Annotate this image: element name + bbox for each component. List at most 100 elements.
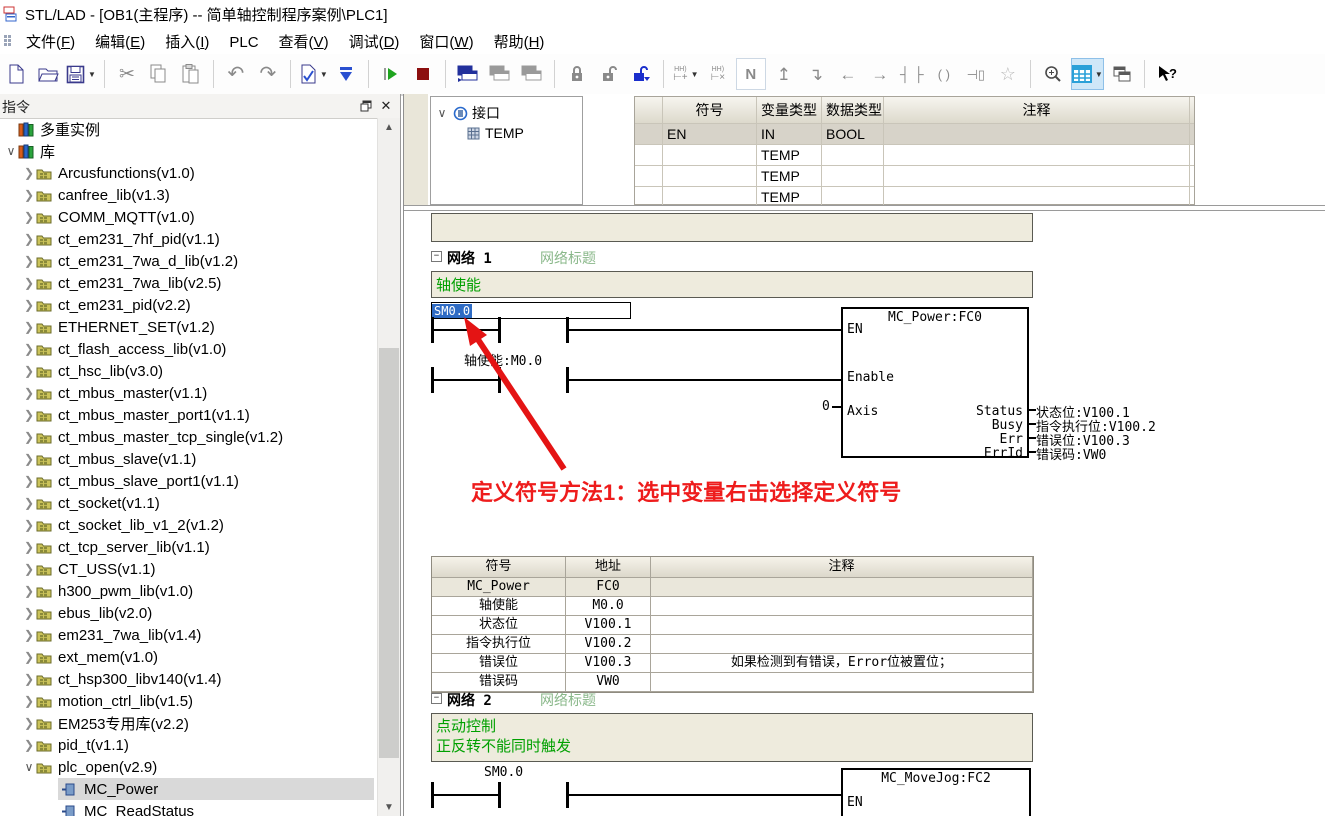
insert-contact-close-icon[interactable]: HH)⊢×	[704, 59, 732, 89]
tree-item-[interactable]: 多重实例	[0, 118, 376, 140]
tree-item-ct_mbus_master_tcp_single-v1-2[interactable]: ❯ct_mbus_master_tcp_single(v1.2)	[0, 426, 376, 448]
tree-item-arcusfunctions-v1-0[interactable]: ❯Arcusfunctions(v1.0)	[0, 162, 376, 184]
interface-root[interactable]: ∨ 接口	[435, 103, 500, 123]
contact2-operand[interactable]: 轴使能:M0.0	[464, 350, 542, 369]
variable-cell[interactable]	[884, 166, 1190, 186]
symbol-comment[interactable]	[651, 616, 1033, 634]
lock-icon[interactable]	[563, 59, 591, 89]
unlock-icon[interactable]	[595, 59, 623, 89]
chevron-down-icon[interactable]: ∨	[22, 760, 36, 774]
symbol-comment[interactable]: 如果检测到有错误，Error位被置位；	[651, 654, 1033, 672]
network2-comment-box[interactable]: 点动控制 正反转不能同时触发	[431, 713, 1033, 762]
mc-movejog-block[interactable]: MC_MoveJog:FC2 EN	[841, 768, 1031, 816]
chevron-right-icon[interactable]: ❯	[22, 276, 36, 290]
network1-collapse-icon[interactable]: −	[431, 251, 442, 262]
network2-contact-operand[interactable]: SM0.0	[484, 765, 523, 780]
table-view-icon[interactable]: ▼	[1071, 58, 1104, 90]
menu-plc[interactable]: PLC	[219, 32, 268, 53]
line-left-icon[interactable]: ←	[834, 59, 862, 89]
variable-cell[interactable]	[884, 124, 1190, 144]
chevron-right-icon[interactable]: ❯	[22, 738, 36, 752]
symbol-name[interactable]: 错误码	[432, 673, 566, 691]
symbol-name[interactable]: 指令执行位	[432, 635, 566, 653]
mc-power-block[interactable]: MC_Power:FC0 EN Enable Axis StatusBusyEr…	[841, 307, 1029, 458]
tree-item-plc_open-v2-9[interactable]: ∨plc_open(v2.9)	[0, 756, 376, 778]
menu-e[interactable]: 编辑(E)	[85, 32, 155, 53]
scroll-up-icon[interactable]: ▲	[378, 118, 400, 136]
row-header[interactable]	[635, 124, 663, 144]
help-pointer-icon[interactable]: ?	[1153, 59, 1181, 89]
line-down-icon[interactable]: ↴	[802, 59, 830, 89]
output-operand-errid[interactable]: 错误码:VW0	[1036, 444, 1106, 463]
column-header-4[interactable]: 注释	[884, 97, 1190, 123]
variable-cell[interactable]	[884, 145, 1190, 165]
tree-item-pid_t-v1-1[interactable]: ❯pid_t(v1.1)	[0, 734, 376, 756]
symbol-comment[interactable]	[651, 578, 1033, 596]
redo-icon[interactable]: ↷	[254, 59, 282, 89]
network2-title-placeholder[interactable]: 网络标题	[540, 690, 596, 710]
chevron-right-icon[interactable]: ❯	[22, 364, 36, 378]
insert-coil-icon[interactable]: ( )	[930, 59, 958, 89]
toggle-not-icon[interactable]: N	[736, 58, 766, 90]
paste-icon[interactable]	[177, 59, 205, 89]
line-right-icon[interactable]: →	[866, 59, 894, 89]
tree-item-ct_uss-v1-1[interactable]: ❯CT_USS(v1.1)	[0, 558, 376, 580]
symbol-row-4[interactable]: 错误位V100.3如果检测到有错误，Error位被置位；	[432, 654, 1033, 673]
chevron-right-icon[interactable]: ❯	[22, 166, 36, 180]
symbol-address[interactable]: V100.1	[566, 616, 651, 634]
variable-cell[interactable]: TEMP	[757, 166, 822, 186]
zoom-icon[interactable]	[1039, 59, 1067, 89]
cascade-windows-icon[interactable]	[1108, 59, 1136, 89]
variable-cell[interactable]: IN	[757, 124, 822, 144]
symbol-comment[interactable]	[651, 673, 1033, 691]
dropdown-arrow-icon[interactable]: ▼	[691, 70, 699, 79]
tree-item-em231_7wa_lib-v1-4[interactable]: ❯em231_7wa_lib(v1.4)	[0, 624, 376, 646]
row-header[interactable]	[635, 145, 663, 165]
column-header-3[interactable]: 数据类型	[822, 97, 884, 123]
tree-item-ct_em231_7wa_d_lib-v1-2[interactable]: ❯ct_em231_7wa_d_lib(v1.2)	[0, 250, 376, 272]
tree-scrollbar[interactable]: ▲ ▼	[377, 118, 400, 816]
chevron-right-icon[interactable]: ❯	[22, 672, 36, 686]
chevron-right-icon[interactable]: ❯	[22, 408, 36, 422]
symbol-address[interactable]: V100.3	[566, 654, 651, 672]
tree-item-mc_power[interactable]: MC_Power	[0, 778, 376, 800]
row-header[interactable]	[635, 187, 663, 207]
contact-bar[interactable]	[498, 317, 501, 343]
network1-title-placeholder[interactable]: 网络标题	[540, 248, 596, 268]
tree-item-h300_pwm_lib-v1-0[interactable]: ❯h300_pwm_lib(v1.0)	[0, 580, 376, 602]
tree-item-comm_mqtt-v1-0[interactable]: ❯COMM_MQTT(v1.0)	[0, 206, 376, 228]
stop-icon[interactable]	[409, 59, 437, 89]
chevron-right-icon[interactable]: ❯	[22, 606, 36, 620]
open-file-icon[interactable]	[34, 59, 62, 89]
tree-item-ethernet_set-v1-2[interactable]: ❯ETHERNET_SET(v1.2)	[0, 316, 376, 338]
variable-cell[interactable]: TEMP	[757, 187, 822, 207]
tree-item-em253-v2-2[interactable]: ❯EM253专用库(v2.2)	[0, 712, 376, 734]
program-windows-icon[interactable]	[454, 59, 482, 89]
save-icon[interactable]: ▼	[66, 59, 96, 89]
variable-cell[interactable]	[822, 145, 884, 165]
chevron-right-icon[interactable]: ❯	[22, 474, 36, 488]
symbol-row-5[interactable]: 错误码VW0	[432, 673, 1033, 692]
variable-cell[interactable]	[663, 145, 757, 165]
tree-item-ct_em231_7wa_lib-v2-5[interactable]: ❯ct_em231_7wa_lib(v2.5)	[0, 272, 376, 294]
selected-operand[interactable]: SM0.0	[432, 304, 472, 318]
symbol-comment[interactable]	[651, 635, 1033, 653]
tree-item-ct_flash_access_lib-v1-0[interactable]: ❯ct_flash_access_lib(v1.0)	[0, 338, 376, 360]
menu-f[interactable]: 文件(F)	[16, 32, 85, 53]
copy-icon[interactable]	[145, 59, 173, 89]
pou-comment-box[interactable]	[431, 213, 1033, 242]
dropdown-arrow-icon[interactable]: ▼	[1095, 70, 1103, 79]
chevron-right-icon[interactable]: ❯	[22, 342, 36, 356]
float-panel-icon[interactable]	[358, 98, 374, 114]
tree-item-mc_readstatus[interactable]: MC_ReadStatus	[0, 800, 376, 816]
tree-item-ebus_lib-v2-0[interactable]: ❯ebus_lib(v2.0)	[0, 602, 376, 624]
tree-item-canfree_lib-v1-3[interactable]: ❯canfree_lib(v1.3)	[0, 184, 376, 206]
undo-icon[interactable]: ↶	[222, 59, 250, 89]
contact-bar[interactable]	[498, 782, 501, 808]
chart-windows-icon[interactable]	[518, 59, 546, 89]
network2-collapse-icon[interactable]: −	[431, 693, 442, 704]
variable-cell[interactable]	[822, 187, 884, 207]
operand-edit-field[interactable]: SM0.0	[431, 302, 631, 319]
symbol-address[interactable]: FC0	[566, 578, 651, 596]
tree-item-ct_hsp300_libv140-v1-4[interactable]: ❯ct_hsp300_libv140(v1.4)	[0, 668, 376, 690]
